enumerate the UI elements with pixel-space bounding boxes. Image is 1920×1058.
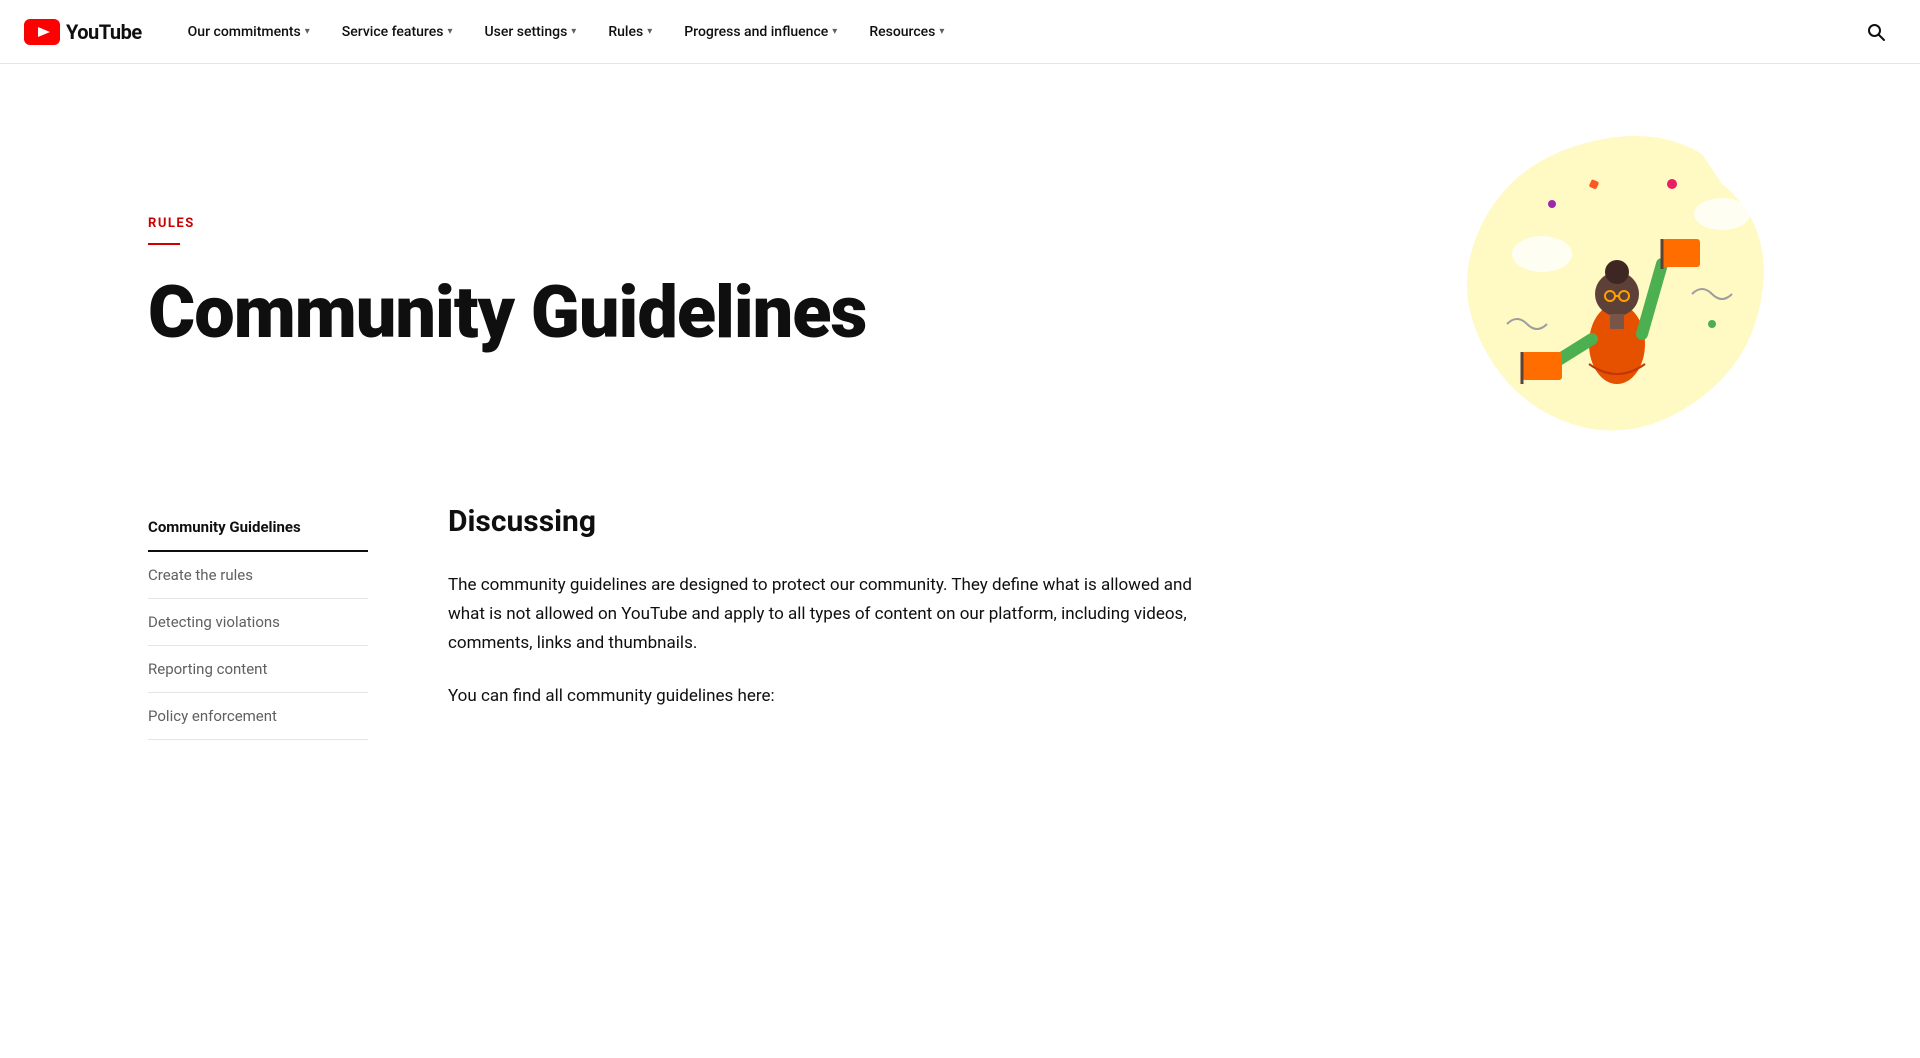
sidebar-item-detecting-violations[interactable]: Detecting violations — [148, 599, 368, 646]
sidebar-item-reporting-content[interactable]: Reporting content — [148, 646, 368, 693]
chevron-down-icon: ▾ — [832, 26, 837, 37]
search-button[interactable] — [1856, 12, 1896, 52]
article-section-title: Discussing — [448, 504, 1208, 539]
page-title: Community Guidelines — [148, 273, 1392, 352]
article-paragraph-2: You can find all community guidelines he… — [448, 682, 1208, 711]
sidebar-item-policy-enforcement[interactable]: Policy enforcement — [148, 693, 368, 740]
nav-item-user-settings[interactable]: User settings ▾ — [470, 16, 590, 48]
chevron-down-icon: ▾ — [571, 26, 576, 37]
nav-item-resources[interactable]: Resources ▾ — [855, 16, 958, 48]
nav-item-progress-and-influence[interactable]: Progress and influence ▾ — [670, 16, 851, 48]
article-paragraph-1: The community guidelines are designed to… — [448, 571, 1208, 658]
illustration-svg — [1452, 124, 1772, 444]
hero-section: RULES Community Guidelines — [0, 64, 1920, 504]
sidebar-item-community-guidelines[interactable]: Community Guidelines — [148, 504, 368, 552]
chevron-down-icon: ▾ — [305, 26, 310, 37]
rules-label: RULES — [148, 216, 1392, 231]
hero-text: RULES Community Guidelines — [148, 216, 1392, 352]
article: Discussing The community guidelines are … — [448, 504, 1208, 740]
youtube-logo-icon — [24, 19, 60, 45]
logo[interactable]: YouTube — [24, 19, 142, 45]
chevron-down-icon: ▾ — [647, 26, 652, 37]
logo-text: YouTube — [66, 20, 142, 44]
nav-item-our-commitments[interactable]: Our commitments ▾ — [174, 16, 324, 48]
nav-item-rules[interactable]: Rules ▾ — [594, 16, 666, 48]
search-icon — [1866, 22, 1886, 42]
main-nav: Our commitments ▾ Service features ▾ Use… — [174, 16, 1015, 48]
header: YouTube Our commitments ▾ Service featur… — [0, 0, 1920, 64]
nav-item-service-features[interactable]: Service features ▾ — [328, 16, 467, 48]
rules-underline — [148, 243, 180, 245]
chevron-down-icon: ▾ — [939, 26, 944, 37]
sidebar: Community Guidelines Create the rules De… — [148, 504, 368, 740]
main-content: Community Guidelines Create the rules De… — [0, 504, 1920, 820]
hero-illustration — [1452, 124, 1772, 444]
chevron-down-icon: ▾ — [447, 26, 452, 37]
sidebar-item-create-the-rules[interactable]: Create the rules — [148, 552, 368, 599]
